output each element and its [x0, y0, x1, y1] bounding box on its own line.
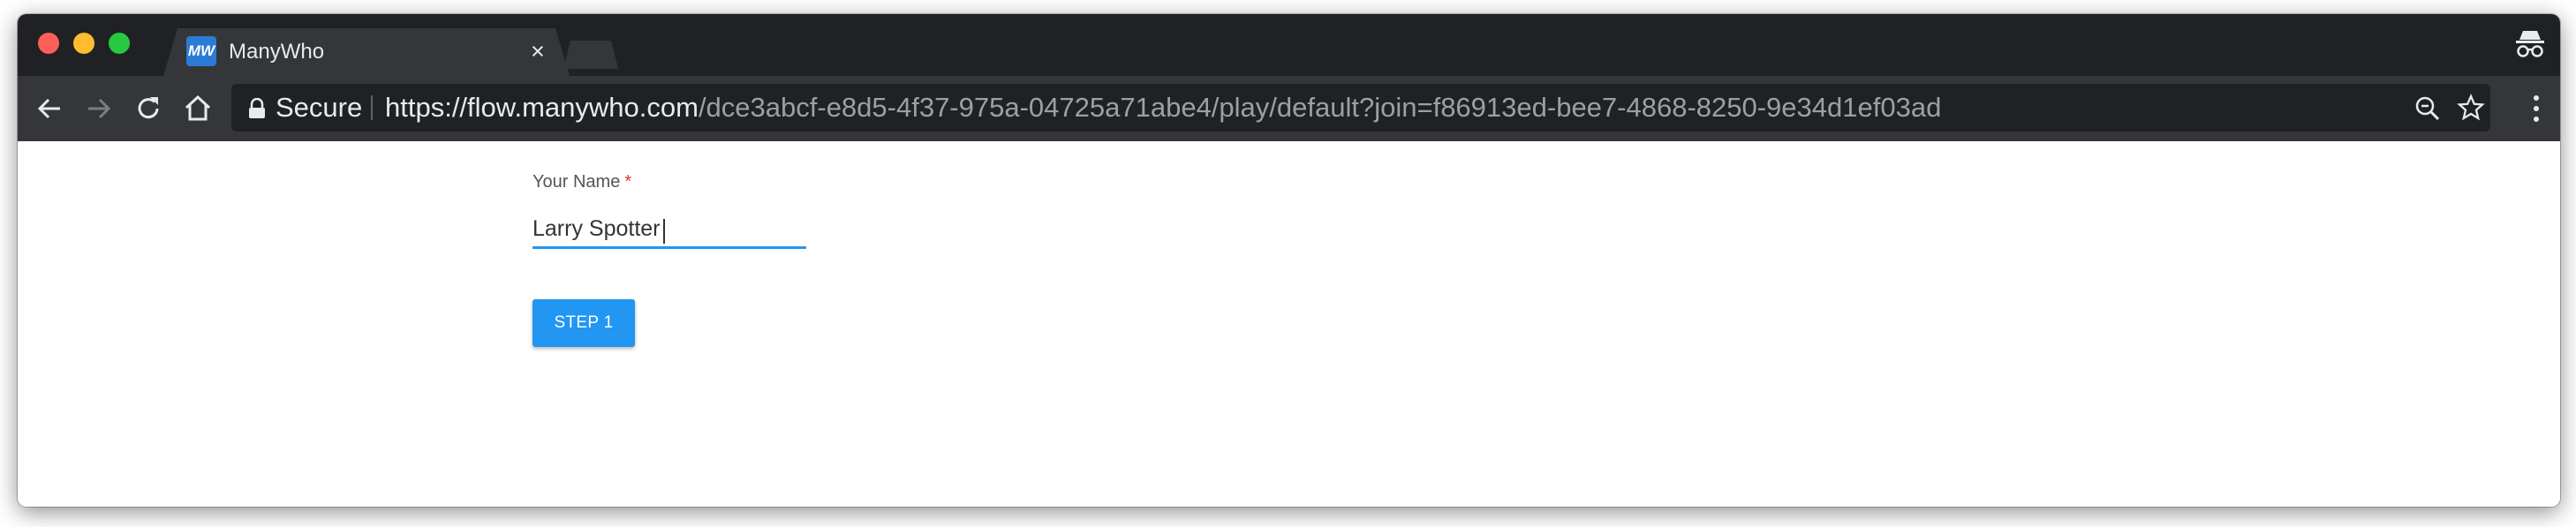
url-text[interactable]: https://flow.manywho.com/dce3abcf-e8d5-4… — [385, 84, 1941, 132]
forward-arrow-icon[interactable] — [83, 93, 115, 124]
tab-title: ManyWho — [229, 40, 325, 64]
menu-icon[interactable] — [2532, 93, 2541, 124]
required-marker: * — [624, 172, 632, 192]
tab-strip: MW ManyWho × — [18, 14, 2560, 76]
zoom-icon[interactable] — [2414, 95, 2441, 122]
url-origin: https://flow.manywho.com — [385, 92, 699, 123]
new-tab-button[interactable] — [563, 41, 618, 69]
page-content: Your Name* STEP 1 — [18, 141, 2560, 507]
name-input[interactable] — [533, 212, 806, 249]
star-icon[interactable] — [2457, 94, 2485, 122]
window-minimize-button[interactable] — [73, 33, 94, 54]
text-caret — [663, 219, 665, 244]
address-bar[interactable]: Secure https://flow.manywho.com/dce3abcf… — [231, 84, 2490, 132]
window-close-button[interactable] — [38, 33, 59, 54]
browser-window: MW ManyWho × Secure https://flow.manywho… — [18, 14, 2560, 507]
name-label-text: Your Name — [533, 172, 621, 192]
window-maximize-button[interactable] — [109, 33, 130, 54]
manywho-favicon-icon: MW — [186, 36, 216, 66]
url-path: /dce3abcf-e8d5-4f37-975a-04725a71abe4/pl… — [698, 92, 1942, 123]
reload-icon[interactable] — [132, 93, 164, 124]
lock-icon — [249, 98, 265, 118]
back-arrow-icon[interactable] — [34, 93, 65, 124]
secure-label: Secure — [276, 92, 363, 123]
address-separator — [371, 95, 373, 120]
step-1-button[interactable]: STEP 1 — [533, 299, 635, 347]
browser-toolbar: Secure https://flow.manywho.com/dce3abcf… — [18, 76, 2560, 141]
incognito-icon — [2516, 31, 2544, 57]
name-field-label: Your Name * — [533, 172, 631, 192]
tab-manywho[interactable]: MW ManyWho × — [163, 28, 570, 76]
tab-close-icon[interactable]: × — [531, 38, 545, 64]
home-icon[interactable] — [182, 93, 214, 124]
